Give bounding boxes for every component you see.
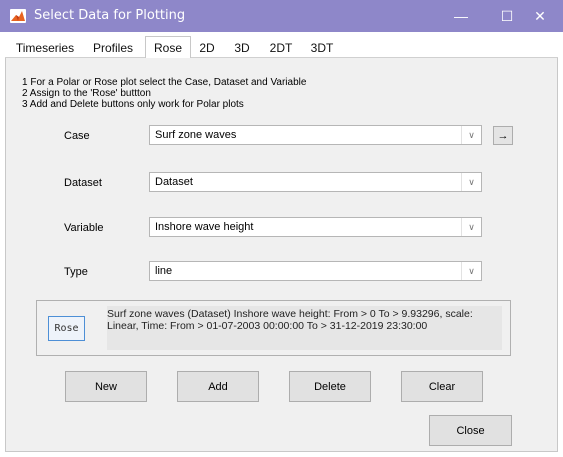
instruction-line-1: 1 For a Polar or Rose plot select the Ca… <box>22 77 307 88</box>
dataset-value: Dataset <box>155 176 193 188</box>
matlab-logo-icon <box>10 9 26 23</box>
type-value: line <box>155 265 173 277</box>
chevron-down-icon[interactable]: ∨ <box>461 218 481 236</box>
clear-button[interactable]: Clear <box>401 371 483 402</box>
case-label: Case <box>64 130 90 142</box>
dataset-dropdown[interactable]: Dataset ∨ <box>149 172 482 192</box>
variable-dropdown[interactable]: Inshore wave height ∨ <box>149 217 482 237</box>
chevron-down-icon[interactable]: ∨ <box>461 173 481 191</box>
window-title: Select Data for Plotting <box>34 8 186 23</box>
type-label: Type <box>64 266 88 278</box>
tab-profiles[interactable]: Profiles <box>85 38 141 58</box>
close-button[interactable]: Close <box>429 415 512 446</box>
minimize-button[interactable]: — <box>438 0 484 32</box>
tab-2d[interactable]: 2D <box>194 38 220 58</box>
tab-2dt[interactable]: 2DT <box>263 38 299 58</box>
chevron-down-icon[interactable]: ∨ <box>461 262 481 280</box>
case-action-button[interactable]: → <box>493 126 513 145</box>
rose-assign-button[interactable]: Rose <box>48 316 85 341</box>
tab-rose[interactable]: Rose <box>145 36 191 59</box>
tab-bar: Timeseries Profiles Rose 2D 3D 2DT 3DT <box>5 36 558 59</box>
selection-description: Surf zone waves (Dataset) Inshore wave h… <box>107 306 502 350</box>
tab-3d[interactable]: 3D <box>229 38 255 58</box>
tab-3dt[interactable]: 3DT <box>304 38 340 58</box>
instruction-line-2: 2 Assign to the 'Rose' buttton <box>22 88 151 99</box>
new-button[interactable]: New <box>65 371 147 402</box>
variable-label: Variable <box>64 222 104 234</box>
add-button[interactable]: Add <box>177 371 259 402</box>
close-window-button[interactable]: ✕ <box>517 0 563 32</box>
instruction-line-3: 3 Add and Delete buttons only work for P… <box>22 99 244 110</box>
tab-timeseries[interactable]: Timeseries <box>8 38 82 58</box>
case-value: Surf zone waves <box>155 129 237 141</box>
title-bar: Select Data for Plotting — ☐ ✕ <box>0 0 563 32</box>
chevron-down-icon[interactable]: ∨ <box>461 126 481 144</box>
delete-button[interactable]: Delete <box>289 371 371 402</box>
case-dropdown[interactable]: Surf zone waves ∨ <box>149 125 482 145</box>
type-dropdown[interactable]: line ∨ <box>149 261 482 281</box>
variable-value: Inshore wave height <box>155 221 254 233</box>
dataset-label: Dataset <box>64 177 102 189</box>
